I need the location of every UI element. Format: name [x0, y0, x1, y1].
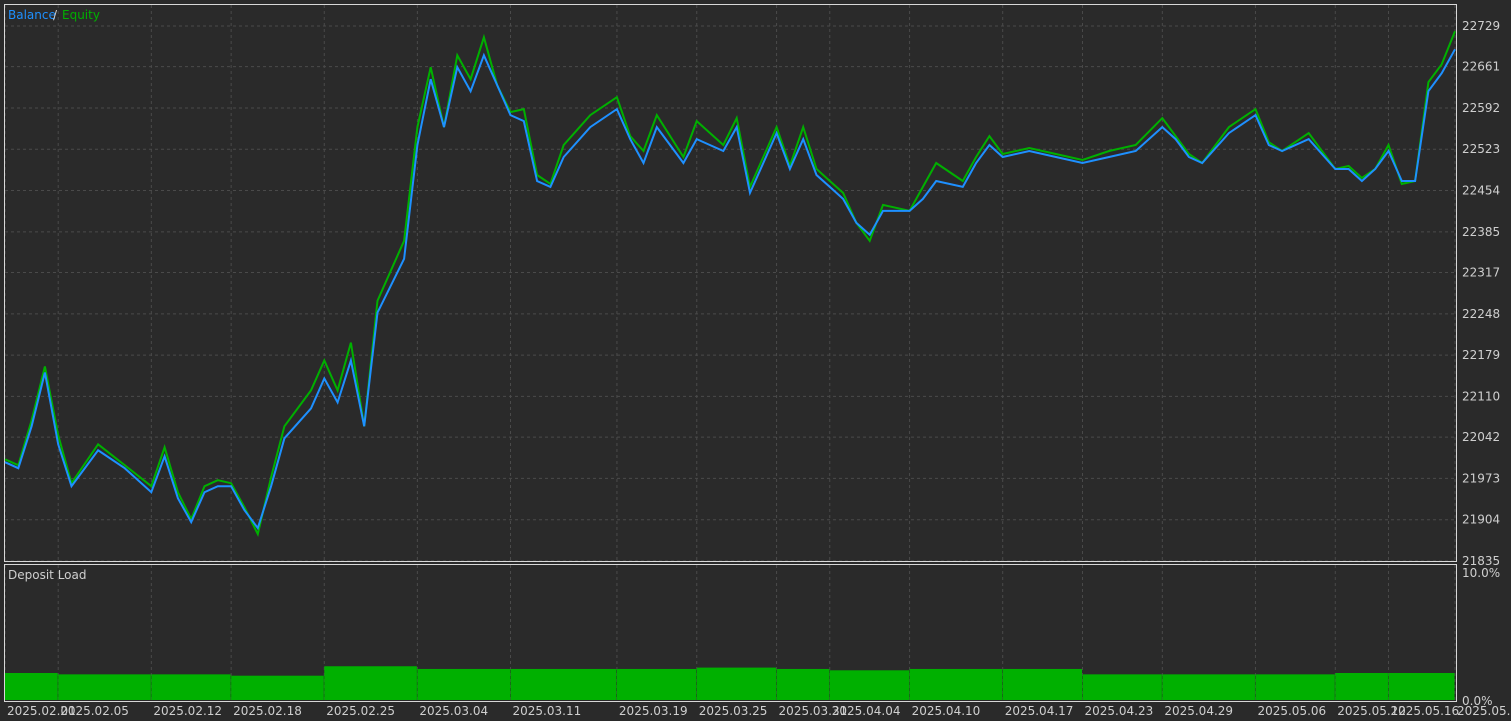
deposit-load-bar [324, 666, 417, 700]
y-tick-label: 22523 [1462, 142, 1500, 156]
x-tick-label: 2025.03.19 [619, 704, 688, 718]
deposit-load-bar [510, 668, 617, 700]
deposit-load-bar [231, 675, 324, 700]
deposit-load-bar [5, 673, 58, 700]
legend-equity: Equity [62, 8, 100, 22]
deposit-load-bar [829, 670, 910, 700]
deposit-load-bar [151, 674, 231, 700]
deposit-load-bar [1335, 673, 1388, 700]
legend-balance: Balance [8, 8, 56, 22]
deposit-load-bar [1002, 668, 1083, 700]
x-tick-label: 2025.03.04 [419, 704, 488, 718]
x-tick-label: 2025.03.25 [699, 704, 768, 718]
y-tick-label: 22454 [1462, 184, 1500, 198]
y-tick-label: 21973 [1462, 471, 1500, 485]
deposit-load-bar [417, 668, 511, 700]
y-tick-label: 22042 [1462, 430, 1500, 444]
deposit-load-bar [1388, 673, 1455, 700]
deposit-load-bar [58, 674, 151, 700]
y-tick-label: 22661 [1462, 60, 1500, 74]
x-tick-label: 2025.04.29 [1164, 704, 1233, 718]
deposit-load-bar [1082, 674, 1162, 700]
x-tick-label: 2025.03.11 [513, 704, 582, 718]
balance-equity-report-chart: 22729 22661 22592 22523 22454 22385 22317 22248… [0, 0, 1511, 721]
x-tick-label: 2025.02.05 [60, 704, 129, 718]
deposit-load-bar [696, 667, 777, 700]
deposit-load-bar [776, 668, 830, 700]
deposit-load-bar [1255, 674, 1335, 700]
y-tick-label: 22729 [1462, 19, 1500, 33]
deposit-load-bar [616, 668, 697, 700]
x-tick-label: 2025.02.25 [326, 704, 395, 718]
x-tick-label: 2025.04.23 [1085, 704, 1154, 718]
deposit-load-bar [909, 668, 1003, 700]
x-tick-label: 2025.02.18 [233, 704, 302, 718]
x-tick-label: 2025.05.06 [1257, 704, 1326, 718]
x-tick-label: 2025.05.16 [1390, 704, 1459, 718]
y-tick-label: 21904 [1462, 513, 1500, 527]
x-tick-label: 2025.05.21 [1457, 704, 1511, 718]
deposit-load-y-tick-label: 10.0% [1462, 566, 1500, 580]
y-tick-label: 22592 [1462, 101, 1500, 115]
y-tick-label: 22248 [1462, 307, 1500, 321]
y-tick-label: 22317 [1462, 266, 1500, 280]
x-tick-label: 2025.04.04 [832, 704, 901, 718]
y-tick-label: 22385 [1462, 225, 1500, 239]
x-tick-label: 2025.04.17 [1005, 704, 1074, 718]
deposit-load-title: Deposit Load [8, 568, 86, 582]
x-axis-tick-labels: 2025.02.012025.02.05 2025.02.12 2025.02.18… [7, 704, 1511, 718]
y-tick-label: 22110 [1462, 389, 1500, 403]
deposit-load-bar [1162, 674, 1255, 700]
x-tick-label: 2025.04.10 [912, 704, 981, 718]
x-tick-label: 2025.02.12 [153, 704, 222, 718]
y-tick-label: 22179 [1462, 348, 1500, 362]
